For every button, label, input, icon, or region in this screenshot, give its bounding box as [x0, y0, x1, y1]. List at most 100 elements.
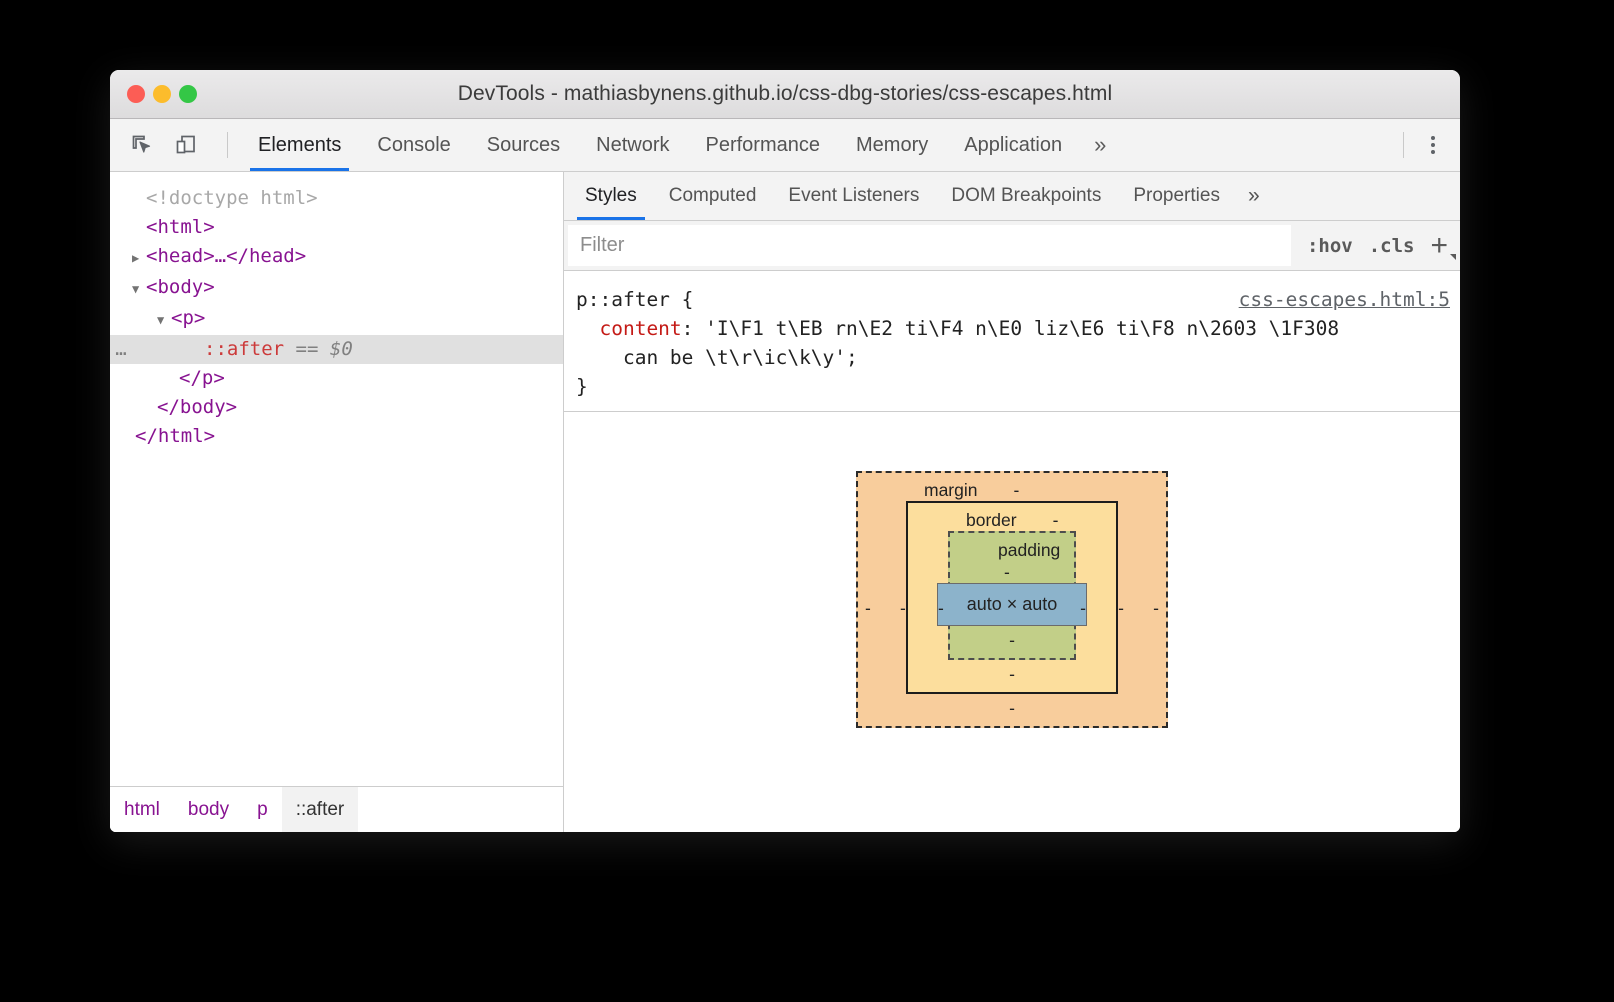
tab-application[interactable]: Application	[946, 119, 1080, 171]
tab-properties[interactable]: Properties	[1117, 172, 1236, 220]
more-tabs-chevron-icon[interactable]: »	[1080, 119, 1120, 171]
tab-network[interactable]: Network	[578, 119, 687, 171]
more-options-icon[interactable]	[1416, 128, 1450, 162]
tab-event-listeners[interactable]: Event Listeners	[772, 172, 935, 220]
tab-performance[interactable]: Performance	[688, 119, 839, 171]
dom-row[interactable]: ▶ <head>…</head>	[110, 242, 563, 273]
styles-pane: Styles Computed Event Listeners DOM Brea…	[564, 172, 1460, 832]
dom-row-text: <head>…</head>	[146, 245, 307, 267]
devtools-toolbar: Elements Console Sources Network Perform…	[110, 119, 1460, 172]
dom-row[interactable]: </html>	[110, 422, 563, 451]
window-title: DevTools - mathiasbynens.github.io/css-d…	[457, 82, 1113, 105]
breadcrumb-item-p[interactable]: p	[243, 787, 282, 832]
css-property-name[interactable]: content	[599, 317, 681, 340]
box-model-content-size[interactable]: auto × auto	[967, 594, 1058, 615]
traffic-lights	[127, 70, 197, 118]
dom-row-eq: ==	[295, 338, 319, 360]
minimize-window-button[interactable]	[153, 85, 171, 103]
more-sidebar-tabs-label: »	[1247, 184, 1260, 207]
dom-row[interactable]: ▼ <p>	[110, 304, 563, 335]
box-model-panel: margin - border - padding- auto × auto - -	[564, 412, 1460, 832]
close-window-button[interactable]	[127, 85, 145, 103]
devtools-window: DevTools - mathiasbynens.github.io/css-d…	[110, 70, 1460, 832]
window-titlebar: DevTools - mathiasbynens.github.io/css-d…	[110, 70, 1460, 119]
tab-sources-label: Sources	[486, 133, 561, 156]
tab-console-label: Console	[377, 133, 451, 156]
dom-row[interactable]: <html>	[110, 213, 563, 242]
breadcrumb-label: ::after	[295, 798, 345, 820]
dom-expand-twisty-head[interactable]: ▶	[132, 244, 146, 273]
margin-left-value[interactable]: -	[865, 599, 871, 618]
border-bottom-value[interactable]: -	[954, 660, 1070, 686]
border-top-value[interactable]: -	[1053, 509, 1059, 531]
border-left-value[interactable]: -	[900, 599, 906, 618]
css-rule-selector[interactable]: p::after {	[576, 285, 693, 314]
dom-row[interactable]: </p>	[110, 364, 563, 393]
dom-row-text: </body>	[157, 396, 238, 418]
margin-top-value[interactable]: -	[1014, 479, 1020, 501]
dom-row[interactable]: </body>	[110, 393, 563, 422]
zoom-window-button[interactable]	[179, 85, 197, 103]
styles-filter-input[interactable]	[568, 225, 1291, 266]
css-rule-block: p::after { css-escapes.html:5 content: '…	[564, 271, 1460, 412]
dom-row-text: </p>	[179, 367, 225, 389]
box-model-content[interactable]: auto × auto	[937, 583, 1087, 626]
css-rule-header: p::after { css-escapes.html:5	[564, 285, 1460, 314]
tab-dom-breakpoints-label: DOM Breakpoints	[951, 185, 1102, 206]
toolbar-divider	[227, 132, 228, 158]
css-property-value-line1[interactable]: 'I\F1 t\EB rn\E2 ti\F4 n\E0 liz\E6 ti\F8…	[705, 317, 1339, 340]
dom-collapse-twisty-body[interactable]: ▼	[132, 275, 146, 304]
margin-right-value[interactable]: -	[1153, 599, 1159, 618]
tab-console[interactable]: Console	[359, 119, 468, 171]
dom-collapse-twisty-p[interactable]: ▼	[157, 306, 171, 335]
dom-row-text: <!doctype html>	[146, 187, 318, 209]
styles-sidebar-tabs: Styles Computed Event Listeners DOM Brea…	[564, 172, 1460, 221]
dom-row-selected[interactable]: …::after == $0	[110, 335, 563, 364]
padding-left-value[interactable]: -	[938, 599, 944, 618]
styles-filter-bar: :hov .cls +	[564, 221, 1460, 271]
dom-row-text: <p>	[171, 307, 206, 329]
toolbar-right-group	[1391, 119, 1460, 171]
box-model-padding[interactable]: padding- auto × auto -	[937, 531, 1087, 660]
toggle-element-state-button[interactable]: :hov	[1307, 235, 1353, 257]
dom-row[interactable]: <!doctype html>	[110, 184, 563, 213]
breadcrumb-item-body[interactable]: body	[174, 787, 243, 832]
border-right-value[interactable]: -	[1118, 599, 1124, 618]
css-property-value-line2[interactable]: can be \t\r\ic\k\y';	[623, 346, 858, 369]
breadcrumb-label: p	[257, 798, 268, 820]
dom-row[interactable]: ▼ <body>	[110, 273, 563, 304]
box-model-margin-label: margin -	[924, 479, 1124, 501]
inspect-element-icon[interactable]	[127, 130, 157, 160]
tab-styles-label: Styles	[585, 185, 637, 206]
tab-properties-label: Properties	[1133, 185, 1220, 206]
element-classes-button[interactable]: .cls	[1369, 235, 1415, 257]
tab-memory-label: Memory	[856, 133, 929, 156]
dom-row-badge[interactable]: …	[110, 335, 132, 364]
tab-application-label: Application	[964, 133, 1063, 156]
more-tabs-label: »	[1094, 132, 1107, 157]
dom-row-text: <body>	[146, 276, 215, 298]
dom-row-text: ::after	[204, 338, 285, 360]
new-style-rule-button[interactable]: +	[1430, 230, 1456, 261]
padding-bottom-value[interactable]: -	[986, 626, 1038, 652]
box-model-padding-label: padding-	[998, 539, 1060, 583]
padding-top-value[interactable]: -	[1004, 561, 1010, 583]
tab-styles[interactable]: Styles	[569, 172, 653, 220]
padding-label-text: padding	[998, 540, 1061, 560]
padding-right-value[interactable]: -	[1080, 599, 1086, 618]
more-sidebar-tabs-chevron-icon[interactable]: »	[1236, 172, 1272, 220]
margin-label-text: margin	[924, 480, 978, 500]
tab-dom-breakpoints[interactable]: DOM Breakpoints	[935, 172, 1117, 220]
dom-tree[interactable]: <!doctype html> <html> ▶ <head>…</head> ▼…	[110, 172, 563, 786]
margin-bottom-value[interactable]: -	[912, 694, 1112, 720]
css-declaration[interactable]: content: 'I\F1 t\EB rn\E2 ti\F4 n\E0 liz…	[564, 314, 1460, 372]
tab-computed[interactable]: Computed	[653, 172, 773, 220]
elements-pane: <!doctype html> <html> ▶ <head>…</head> ▼…	[110, 172, 564, 832]
breadcrumb-item-after[interactable]: ::after	[281, 787, 359, 832]
tab-sources[interactable]: Sources	[469, 119, 578, 171]
css-rule-source-link[interactable]: css-escapes.html:5	[1239, 285, 1450, 314]
tab-memory[interactable]: Memory	[838, 119, 946, 171]
device-toolbar-icon[interactable]	[171, 130, 201, 160]
breadcrumb-item-html[interactable]: html	[110, 787, 174, 832]
tab-elements[interactable]: Elements	[240, 119, 359, 171]
